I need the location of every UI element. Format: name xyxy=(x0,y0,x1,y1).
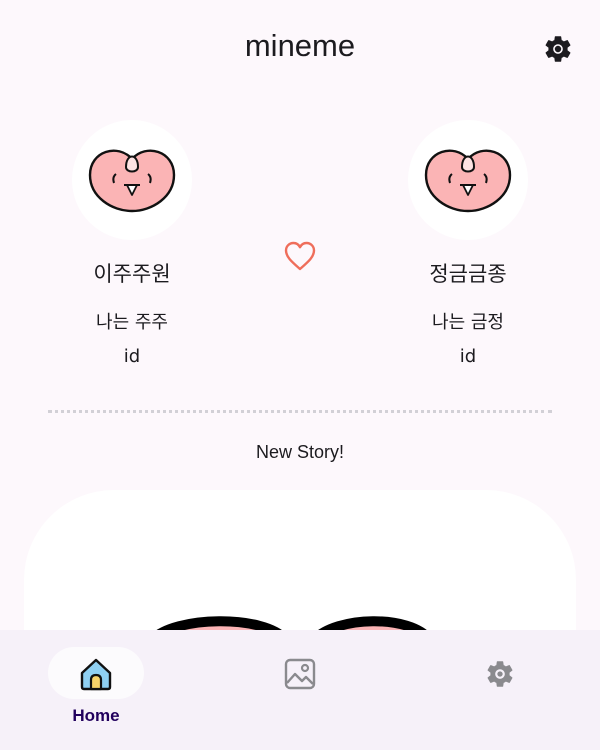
profile-card-right[interactable]: 정금금종 나는 금정 id xyxy=(393,120,543,367)
nav-item-settings[interactable] xyxy=(400,630,600,750)
nav-item-gallery[interactable] xyxy=(200,630,400,750)
app-title: mineme xyxy=(244,28,356,63)
profile-name: 이주주원 xyxy=(93,262,171,286)
dotted-divider xyxy=(48,410,552,413)
image-icon xyxy=(282,656,318,692)
gear-icon xyxy=(545,36,571,62)
profile-status: 나는 주주 xyxy=(96,312,168,333)
profile-card-left[interactable]: 이주주원 나는 주주 id xyxy=(57,120,207,367)
peach-character-icon xyxy=(424,149,512,213)
story-title: New Story! xyxy=(255,442,345,462)
home-icon xyxy=(78,656,114,692)
avatar xyxy=(408,120,528,240)
profile-id: id xyxy=(459,346,477,367)
top-app-bar: mineme xyxy=(0,0,600,100)
heart-outline-icon[interactable] xyxy=(283,240,317,272)
nav-item-home[interactable]: Home xyxy=(0,630,200,750)
bottom-navigation-bar: Home xyxy=(0,630,600,750)
avatar xyxy=(72,120,192,240)
nav-label-home: Home xyxy=(72,706,120,725)
profile-status: 나는 금정 xyxy=(432,312,504,333)
gear-icon xyxy=(482,656,518,692)
settings-button[interactable] xyxy=(540,31,576,67)
profile-id: id xyxy=(123,346,141,367)
profile-name: 정금금종 xyxy=(429,262,507,286)
peach-character-icon xyxy=(88,149,176,213)
